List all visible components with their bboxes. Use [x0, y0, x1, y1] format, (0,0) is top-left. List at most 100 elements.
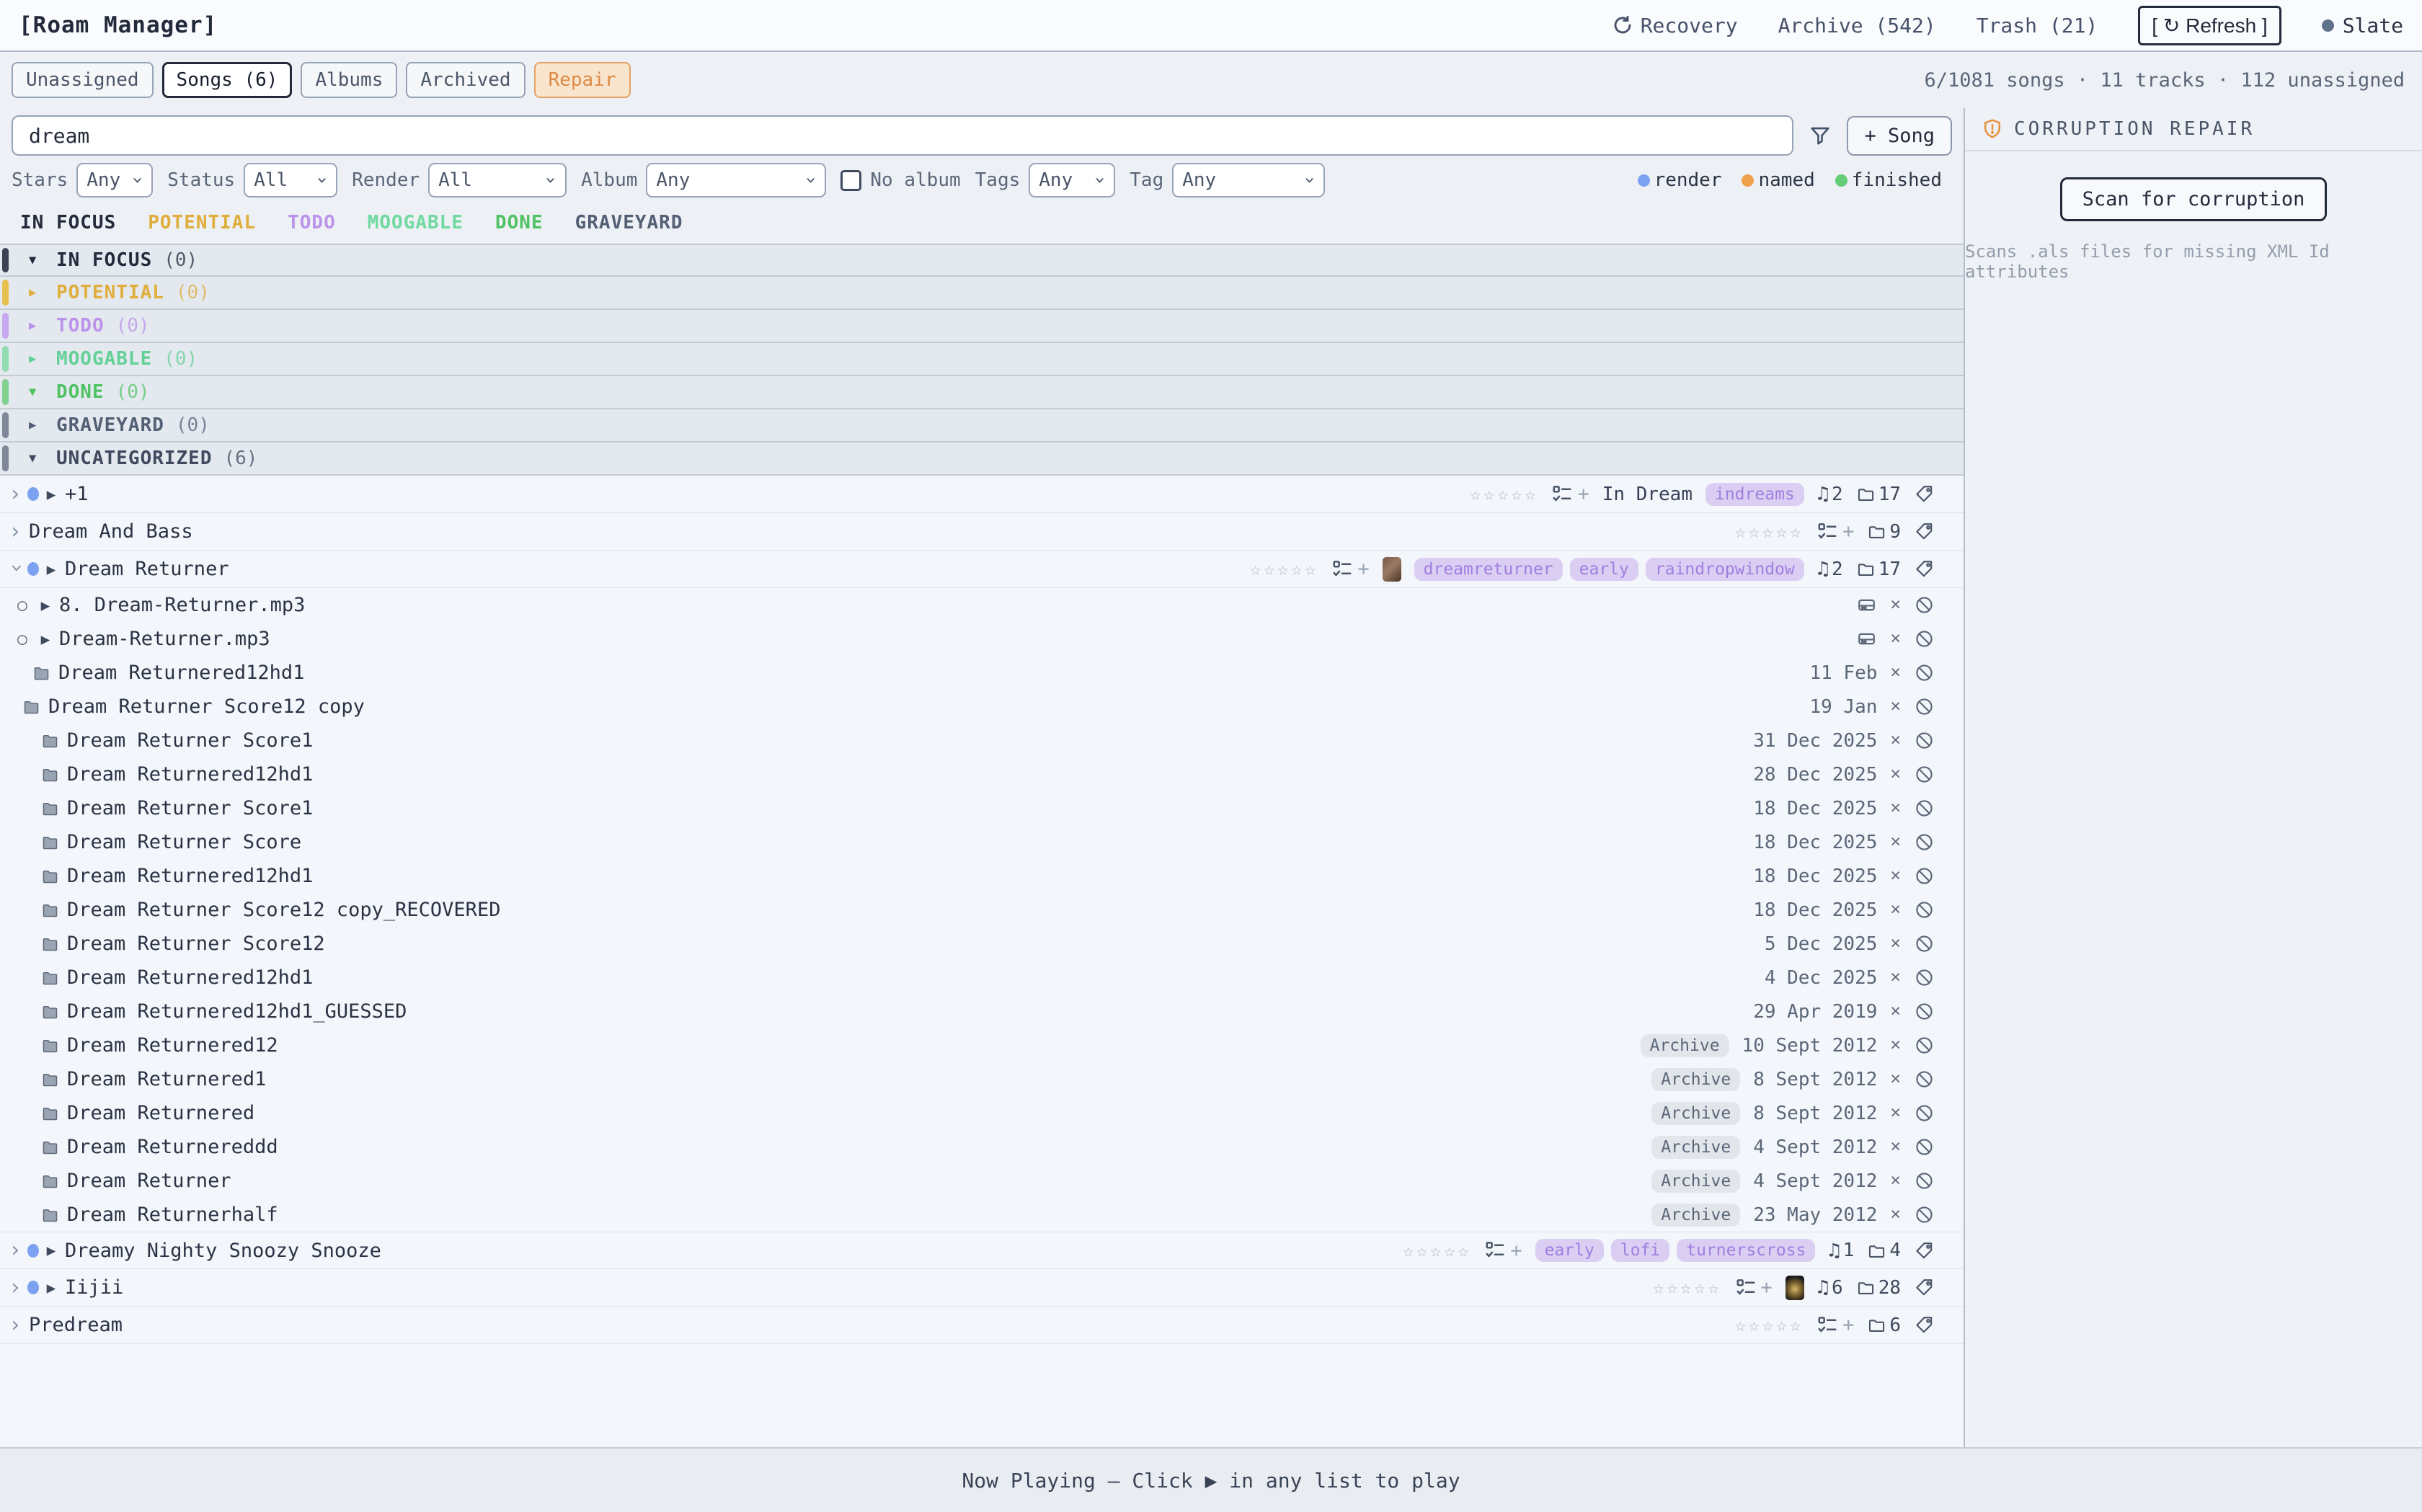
remove-button[interactable]: ×: [1890, 798, 1901, 819]
add-item-button[interactable]: +: [1842, 520, 1854, 543]
block-button[interactable]: [1914, 1069, 1935, 1090]
block-button[interactable]: [1914, 1103, 1935, 1124]
remove-button[interactable]: ×: [1890, 595, 1901, 615]
checklist-icon[interactable]: [1551, 484, 1573, 505]
scan-for-corruption-button[interactable]: Scan for corruption: [2060, 177, 2328, 221]
remove-button[interactable]: ×: [1890, 832, 1901, 853]
category-tab[interactable]: MOOGABLE: [368, 212, 463, 234]
drive-icon[interactable]: [1856, 595, 1877, 615]
file-row[interactable]: Dream Returnered12hd1 4 Dec 2025 ×: [0, 961, 1964, 995]
tag-badge[interactable]: turnerscross: [1677, 1239, 1815, 1262]
file-row[interactable]: Dream Returnerhalf Archive 23 May 2012 ×: [0, 1198, 1964, 1232]
file-row[interactable]: Dream Returner Score12 copy 19 Jan ×: [0, 690, 1964, 724]
filter-chip[interactable]: Albums: [301, 62, 397, 98]
filter-select[interactable]: Any›: [1172, 163, 1325, 197]
funnel-filter-button[interactable]: [1805, 120, 1835, 151]
tag-badge[interactable]: early: [1535, 1239, 1604, 1262]
file-row[interactable]: Dream Returnered12hd1 18 Dec 2025 ×: [0, 859, 1964, 893]
section-header[interactable]: ▶ GRAVEYARD (0): [0, 409, 1964, 443]
block-button[interactable]: [1914, 967, 1935, 988]
section-header[interactable]: ▶ TODO (0): [0, 310, 1964, 343]
filter-select[interactable]: Any›: [646, 163, 826, 197]
star-rating[interactable]: ☆☆☆☆☆: [1403, 1240, 1471, 1261]
tag-button[interactable]: [1914, 559, 1935, 579]
expand-triangle-icon[interactable]: ▼: [29, 253, 45, 267]
header-nav-item[interactable]: Trash (21): [1977, 14, 2098, 37]
song-row[interactable]: › Predream ☆☆☆☆☆ +: [0, 1307, 1964, 1344]
filter-chip[interactable]: Unassigned: [12, 62, 154, 98]
chevron-icon[interactable]: ›: [9, 521, 25, 543]
block-button[interactable]: [1914, 832, 1935, 853]
expand-triangle-icon[interactable]: ▶: [29, 285, 45, 300]
chevron-icon[interactable]: ›: [9, 1315, 25, 1336]
remove-button[interactable]: ×: [1890, 1137, 1901, 1157]
remove-button[interactable]: ×: [1890, 1001, 1901, 1022]
section-header[interactable]: ▼ UNCATEGORIZED (6): [0, 443, 1964, 476]
filter-chip[interactable]: Repair: [534, 62, 631, 98]
file-row[interactable]: Dream Returner Score1 18 Dec 2025 ×: [0, 791, 1964, 825]
file-row[interactable]: Dream Returnered12hd1 28 Dec 2025 ×: [0, 757, 1964, 791]
remove-button[interactable]: ×: [1890, 1103, 1901, 1124]
file-row[interactable]: Dream Returner Archive 4 Sept 2012 ×: [0, 1164, 1964, 1198]
section-header[interactable]: ▶ POTENTIAL (0): [0, 277, 1964, 310]
refresh-button[interactable]: [ ↻ Refresh ]: [2138, 6, 2281, 45]
star-rating[interactable]: ☆☆☆☆☆: [1735, 1315, 1804, 1335]
section-header[interactable]: ▶ MOOGABLE (0): [0, 343, 1964, 376]
status-circle-icon[interactable]: ○: [17, 630, 36, 649]
remove-button[interactable]: ×: [1890, 1069, 1901, 1090]
tag-button[interactable]: [1914, 484, 1935, 504]
block-button[interactable]: [1914, 933, 1935, 954]
file-row[interactable]: Dream Returnered12hd1 11 Feb ×: [0, 656, 1964, 690]
block-button[interactable]: [1914, 1170, 1935, 1191]
add-item-button[interactable]: +: [1842, 1314, 1854, 1336]
block-button[interactable]: [1914, 899, 1935, 920]
block-button[interactable]: [1914, 866, 1935, 886]
remove-button[interactable]: ×: [1890, 628, 1901, 649]
section-header[interactable]: ▼ DONE (0): [0, 376, 1964, 409]
block-button[interactable]: [1914, 662, 1935, 683]
block-button[interactable]: [1914, 628, 1935, 649]
remove-button[interactable]: ×: [1890, 662, 1901, 683]
play-button[interactable]: ▶: [36, 597, 55, 614]
add-song-button[interactable]: + Song: [1847, 116, 1952, 156]
file-row[interactable]: Dream Returner Score1 31 Dec 2025 ×: [0, 724, 1964, 757]
filter-select[interactable]: Any›: [76, 163, 153, 197]
file-row[interactable]: Dream Returnered Archive 8 Sept 2012 ×: [0, 1096, 1964, 1130]
expand-triangle-icon[interactable]: ▶: [29, 319, 45, 333]
header-nav-item[interactable]: Recovery: [1612, 14, 1738, 37]
track-row[interactable]: ○ ▶ Dream-Returner.mp3 ×: [0, 622, 1964, 656]
remove-button[interactable]: ×: [1890, 933, 1901, 954]
tag-badge[interactable]: lofi: [1611, 1239, 1669, 1262]
checklist-icon[interactable]: [1816, 521, 1838, 543]
remove-button[interactable]: ×: [1890, 967, 1901, 988]
section-header[interactable]: ▼ IN FOCUS (0): [0, 244, 1964, 277]
category-tab[interactable]: IN FOCUS: [20, 212, 116, 234]
checklist-icon[interactable]: [1331, 559, 1353, 580]
remove-button[interactable]: ×: [1890, 696, 1901, 717]
file-row[interactable]: Dream Returnered12hd1_GUESSED 29 Apr 201…: [0, 995, 1964, 1028]
tag-badge[interactable]: indreams: [1705, 483, 1804, 506]
filter-select[interactable]: All›: [244, 163, 337, 197]
add-item-button[interactable]: +: [1357, 558, 1369, 580]
block-button[interactable]: [1914, 798, 1935, 819]
remove-button[interactable]: ×: [1890, 1170, 1901, 1191]
file-row[interactable]: Dream Returnereddd Archive 4 Sept 2012 ×: [0, 1130, 1964, 1164]
play-button[interactable]: ▶: [42, 486, 61, 503]
block-button[interactable]: [1914, 1204, 1935, 1225]
block-button[interactable]: [1914, 595, 1935, 615]
tag-button[interactable]: [1914, 1315, 1935, 1335]
tag-badge[interactable]: dreamreturner: [1414, 558, 1563, 581]
drive-icon[interactable]: [1856, 628, 1877, 649]
block-button[interactable]: [1914, 764, 1935, 785]
expand-triangle-icon[interactable]: ▼: [29, 451, 45, 466]
star-rating[interactable]: ☆☆☆☆☆: [1735, 521, 1804, 542]
expand-triangle-icon[interactable]: ▼: [29, 385, 45, 399]
category-tab[interactable]: TODO: [288, 212, 336, 234]
header-nav-item[interactable]: Archive (542): [1778, 14, 1936, 37]
play-button[interactable]: ▶: [36, 631, 55, 648]
tag-badge[interactable]: raindropwindow: [1646, 558, 1804, 581]
no-album-checkbox[interactable]: [840, 170, 861, 191]
star-rating[interactable]: ☆☆☆☆☆: [1653, 1277, 1721, 1298]
block-button[interactable]: [1914, 1001, 1935, 1022]
song-row[interactable]: › ▶ +1 ☆☆☆☆☆ + In Dream indreams ♫: [0, 476, 1964, 513]
